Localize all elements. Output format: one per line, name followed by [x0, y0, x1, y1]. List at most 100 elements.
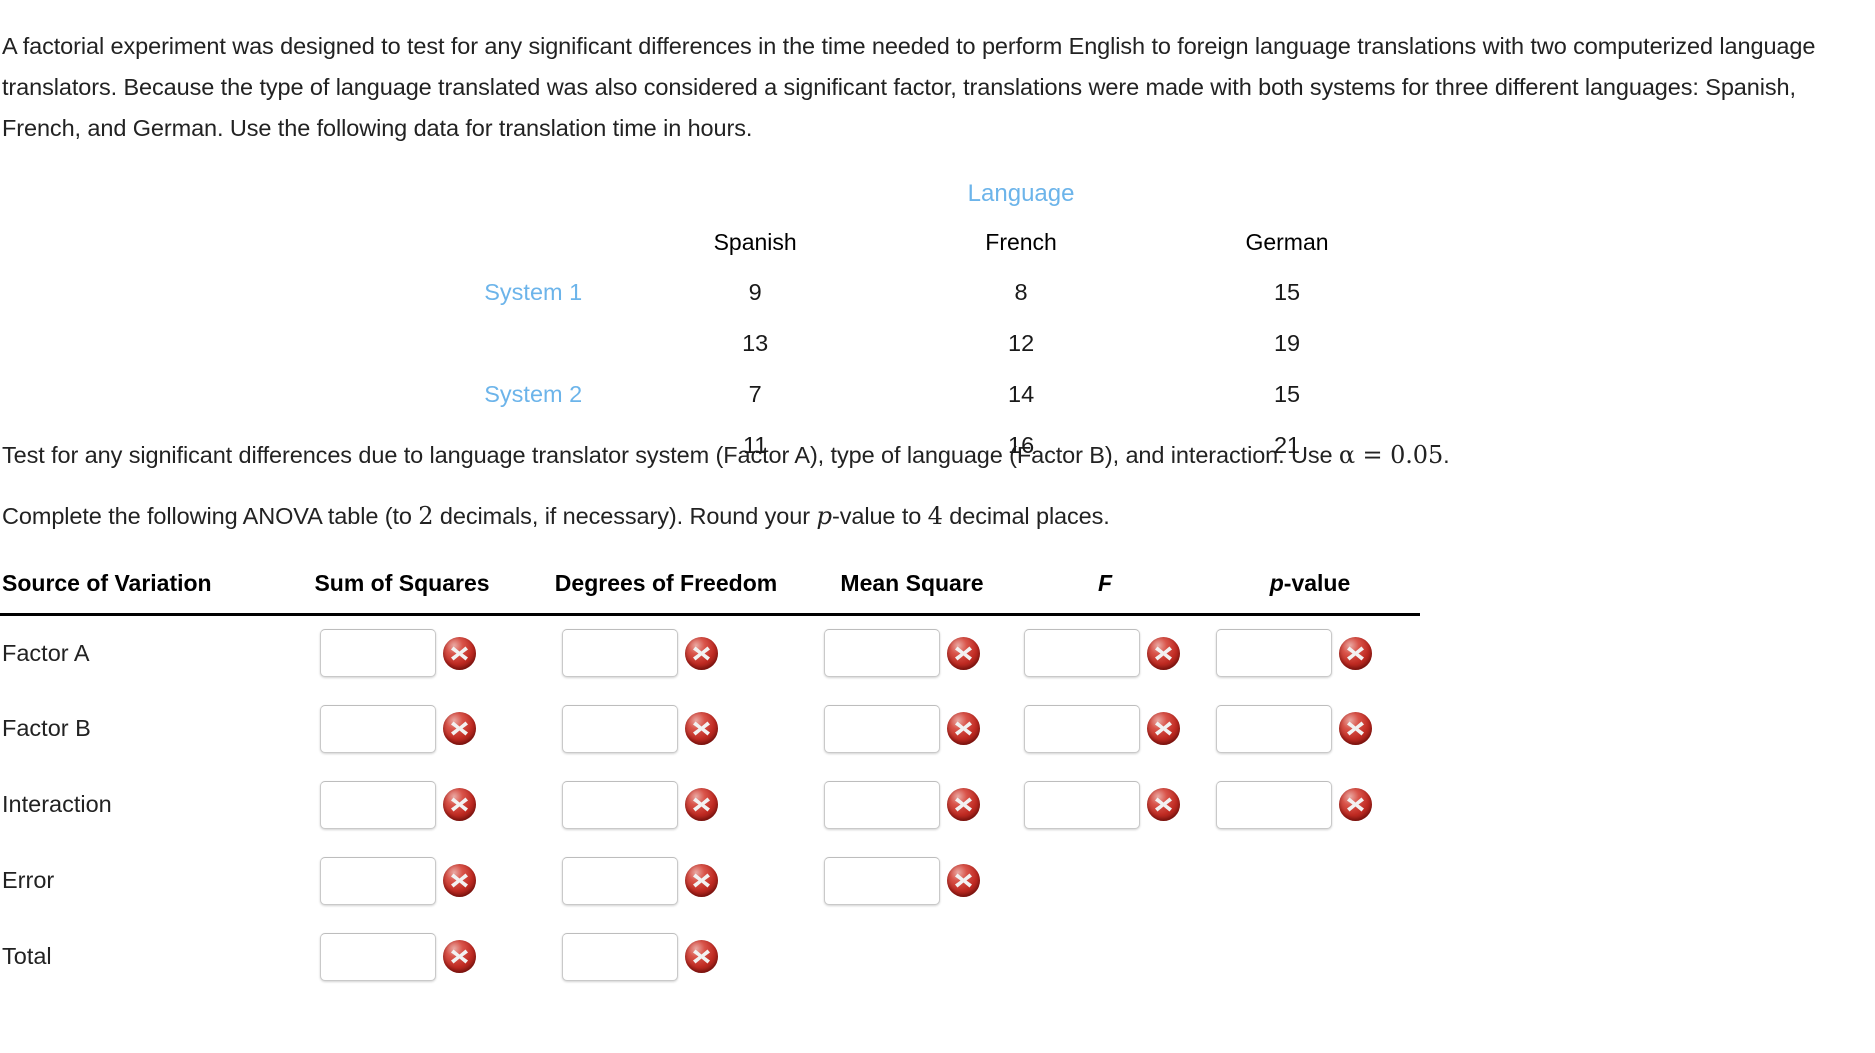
spacer-cell: [0, 217, 622, 267]
table-row: Interaction: [0, 767, 1420, 843]
cell-total-p-empty: [1200, 919, 1420, 995]
input-error-df[interactable]: [562, 856, 678, 905]
cell-interaction-ms: [814, 767, 1010, 843]
data-row: System 2 7 14 15: [0, 369, 1420, 420]
decimals-count: 2: [418, 502, 434, 530]
cell-interaction-p: [1200, 767, 1420, 843]
input-total-df[interactable]: [562, 932, 678, 981]
input-interaction-ss[interactable]: [320, 780, 436, 829]
spacer-cell: [1154, 171, 1420, 217]
data-cell: 7: [748, 381, 762, 407]
data-table-header-row: Spanish French German: [0, 217, 1420, 267]
input-factor-b-ss[interactable]: [320, 704, 436, 753]
error-x-icon: [685, 864, 718, 897]
cell-total-ss: [286, 919, 518, 995]
error-x-icon: [443, 940, 476, 973]
input-factor-b-ms[interactable]: [824, 704, 940, 753]
row-label-total: Total: [2, 943, 52, 969]
error-x-icon: [1339, 788, 1372, 821]
data-cell: 12: [1008, 330, 1035, 356]
cell-total-df: [518, 919, 814, 995]
error-x-icon: [685, 636, 718, 670]
input-factor-a-ss[interactable]: [320, 629, 436, 678]
header-p-value-suffix: -value: [1283, 570, 1351, 596]
cell-factor-b-ss: [286, 691, 518, 767]
data-row: 11 16 21: [0, 420, 1420, 471]
spacer-cell: [0, 171, 622, 217]
data-cell: 14: [1008, 381, 1035, 407]
header-sum-of-squares: Sum of Squares: [286, 570, 518, 616]
cell-factor-a-p: [1200, 615, 1420, 691]
input-total-ss[interactable]: [320, 932, 436, 981]
error-x-icon: [1147, 636, 1180, 670]
header-degrees-of-freedom: Degrees of Freedom: [518, 570, 814, 616]
input-factor-b-f[interactable]: [1024, 704, 1140, 753]
spacer-cell: [622, 171, 888, 217]
row-label-system-2: System 2: [484, 381, 583, 407]
header-f-label: F: [1097, 570, 1113, 596]
anova-table-body: Factor A Factor B Interaction Error Tota…: [0, 615, 1420, 995]
header-f: F: [1010, 570, 1200, 616]
anova-table-container: Source of Variation Sum of Squares Degre…: [0, 570, 1875, 995]
instruction-text-part: decimal places.: [949, 503, 1110, 529]
error-x-icon: [685, 712, 718, 745]
row-label-system-1: System 1: [484, 279, 583, 305]
data-table-group-header-row: Language: [0, 171, 1420, 217]
instruction-text-part: Complete the following ANOVA table (to: [2, 503, 412, 529]
row-label-blank: [0, 420, 622, 471]
cell-factor-b-f: [1010, 691, 1200, 767]
anova-header-row: Source of Variation Sum of Squares Degre…: [0, 570, 1420, 616]
column-header-german: German: [1245, 228, 1329, 255]
row-label-factor-b: Factor B: [2, 715, 91, 741]
input-factor-a-p[interactable]: [1216, 629, 1332, 678]
instruction-text-part: decimals, if necessary). Round your: [439, 503, 810, 529]
input-factor-b-df[interactable]: [562, 704, 678, 753]
input-interaction-ms[interactable]: [824, 780, 940, 829]
input-factor-a-df[interactable]: [562, 629, 678, 678]
error-x-icon: [947, 712, 980, 745]
data-cell: 9: [748, 279, 762, 305]
input-interaction-f[interactable]: [1024, 780, 1140, 829]
data-cell: 11: [742, 432, 768, 458]
error-x-icon: [947, 864, 980, 897]
input-interaction-p[interactable]: [1216, 780, 1332, 829]
anova-rounding-instruction: Complete the following ANOVA table (to 2…: [0, 496, 1875, 536]
table-row: Total: [0, 919, 1420, 995]
input-error-ms[interactable]: [824, 856, 940, 905]
error-x-icon: [1147, 788, 1180, 821]
problem-statement: A factorial experiment was designed to t…: [2, 33, 1816, 141]
error-x-icon: [947, 636, 980, 670]
input-error-ss[interactable]: [320, 856, 436, 905]
cell-total-ms-empty: [814, 919, 1010, 995]
error-x-icon: [1339, 712, 1372, 745]
translation-data-table: Language Spanish French German System 1 …: [0, 171, 1875, 458]
header-p-symbol: p: [1269, 570, 1284, 596]
input-factor-a-f[interactable]: [1024, 629, 1140, 678]
data-cell: 15: [1273, 381, 1301, 407]
data-cell: 13: [742, 330, 769, 356]
error-x-icon: [443, 712, 476, 745]
data-cell: 15: [1273, 279, 1301, 305]
instruction-text-part: -value to: [831, 503, 922, 529]
input-factor-a-ms[interactable]: [824, 629, 940, 678]
header-source-of-variation: Source of Variation: [0, 570, 286, 616]
cell-factor-b-df: [518, 691, 814, 767]
column-header-french: French: [985, 228, 1057, 255]
input-factor-b-p[interactable]: [1216, 704, 1332, 753]
cell-factor-a-ss: [286, 615, 518, 691]
data-row: 13 12 19: [0, 318, 1420, 369]
cell-error-df: [518, 843, 814, 919]
error-x-icon: [443, 864, 476, 897]
error-x-icon: [685, 788, 718, 821]
error-x-icon: [947, 788, 980, 821]
cell-error-p-empty: [1200, 843, 1420, 919]
table-row: Factor A: [0, 615, 1420, 691]
cell-error-f-empty: [1010, 843, 1200, 919]
data-row: System 1 9 8 15: [0, 267, 1420, 318]
cell-error-ss: [286, 843, 518, 919]
input-interaction-df[interactable]: [562, 780, 678, 829]
data-cell: 8: [1014, 279, 1028, 305]
header-mean-square: Mean Square: [814, 570, 1010, 616]
error-x-icon: [1339, 636, 1372, 670]
row-label-factor-a: Factor A: [2, 639, 90, 666]
